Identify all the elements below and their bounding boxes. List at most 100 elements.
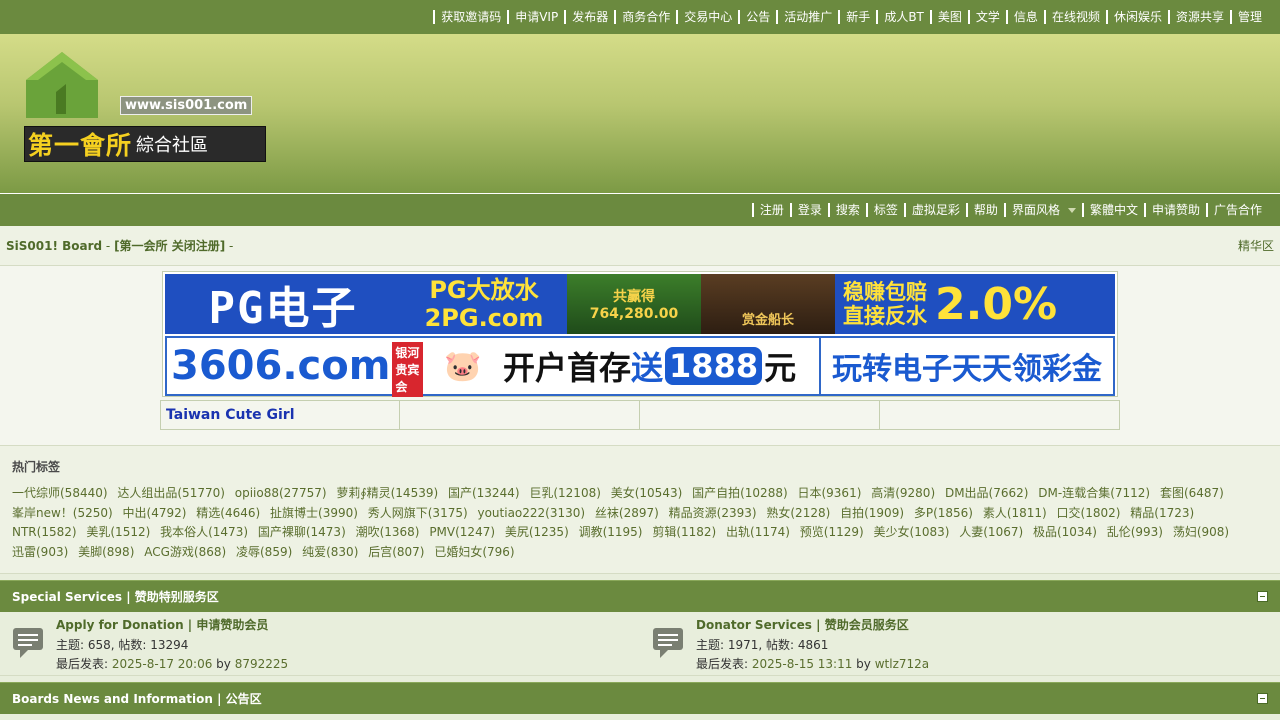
tag-link[interactable]: 中出(4792)	[123, 506, 187, 520]
tag-link[interactable]: 凌辱(859)	[236, 545, 292, 559]
tag-link[interactable]: 国产自拍(10288)	[692, 486, 788, 500]
topnav-video[interactable]: 在线视频	[1043, 10, 1106, 24]
tag-link[interactable]: 已婚妇女(796)	[434, 545, 514, 559]
nav-register[interactable]: 注册	[751, 203, 790, 217]
banner-ad-pg[interactable]: PG电子 PG大放水 2PG.com 共赢得 764,280.00 赏金船长 稳…	[165, 274, 1115, 334]
tag-link[interactable]: 达人组出品(51770)	[117, 486, 225, 500]
last-post-user[interactable]: wtlz712a	[875, 657, 929, 671]
tag-link[interactable]: 高清(9280)	[871, 486, 935, 500]
tag-link[interactable]: 美脚(898)	[78, 545, 134, 559]
tag-link[interactable]: 丝袜(2897)	[595, 506, 659, 520]
nav-sports[interactable]: 虚拟足彩	[903, 203, 966, 217]
tag-link[interactable]: 美少女(1083)	[874, 525, 950, 539]
ad-pg-promo-b: 2PG.com	[424, 304, 544, 332]
nav-sponsor[interactable]: 申请赞助	[1143, 203, 1206, 217]
topnav-leisure[interactable]: 休闲娱乐	[1105, 10, 1168, 24]
tag-link[interactable]: 精品资源(2393)	[669, 506, 757, 520]
tag-link[interactable]: 峯岸new！(5250)	[12, 506, 113, 520]
text-ad-link[interactable]: Taiwan Cute Girl	[166, 407, 295, 423]
collapse-icon[interactable]	[1257, 693, 1268, 704]
breadcrumb-board[interactable]: SiS001! Board	[6, 239, 102, 253]
digest-link[interactable]: 精华区	[1238, 237, 1274, 254]
topnav-invite[interactable]: 获取邀请码	[433, 10, 507, 24]
nav-traditional[interactable]: 繁體中文	[1081, 203, 1144, 217]
tag-link[interactable]: 国产(13244)	[448, 486, 520, 500]
tag-link[interactable]: 美乳(1512)	[86, 525, 150, 539]
tag-link[interactable]: 巨乳(12108)	[529, 486, 601, 500]
tag-link[interactable]: 调教(1195)	[579, 525, 643, 539]
topnav-bt[interactable]: 成人BT	[876, 10, 930, 24]
nav-ads[interactable]: 广告合作	[1205, 203, 1268, 217]
forum-title-sep: |	[811, 618, 825, 632]
topnav-notice[interactable]: 公告	[738, 10, 776, 24]
tag-link[interactable]: 精品(1723)	[1130, 506, 1194, 520]
tag-link[interactable]: 熟女(2128)	[766, 506, 830, 520]
tag-link[interactable]: 国产裸聊(1473)	[258, 525, 346, 539]
topnav-publisher[interactable]: 发布器	[564, 10, 614, 24]
tag-link[interactable]: PMV(1247)	[429, 525, 495, 539]
category-header[interactable]: Special Services | 赞助特别服务区	[0, 580, 1280, 612]
last-post-date[interactable]: 2025-8-17 20:06	[112, 657, 213, 671]
tag-link[interactable]: 美尻(1235)	[505, 525, 569, 539]
nav-help[interactable]: 帮助	[965, 203, 1004, 217]
tag-link[interactable]: 自拍(1909)	[840, 506, 904, 520]
forum-name-link[interactable]: Apply for Donation	[56, 618, 184, 632]
tag-link[interactable]: NTR(1582)	[12, 525, 77, 539]
last-post-date[interactable]: 2025-8-15 13:11	[752, 657, 853, 671]
nav-search[interactable]: 搜索	[827, 203, 866, 217]
tag-link[interactable]: 出轨(1174)	[726, 525, 790, 539]
nav-tags[interactable]: 标签	[865, 203, 904, 217]
tag-link[interactable]: 极品(1034)	[1033, 525, 1097, 539]
tag-link[interactable]: 一代综师(58440)	[12, 486, 108, 500]
topnav-admin[interactable]: 管理	[1229, 10, 1268, 24]
topnav-vip[interactable]: 申请VIP	[507, 10, 564, 24]
tag-link[interactable]: 秀人网旗下(3175)	[368, 506, 468, 520]
tag-link[interactable]: 萝莉∮精灵(14539)	[336, 486, 438, 500]
ad-offer-a: 开户首存	[503, 349, 632, 387]
tag-link[interactable]: 后宫(807)	[368, 545, 424, 559]
tag-link[interactable]: 扯旗博士(3990)	[270, 506, 358, 520]
tag-link[interactable]: 精选(4646)	[196, 506, 260, 520]
site-logo[interactable]: www.sis001.com 第一會所 綜合社區	[24, 52, 269, 164]
collapse-icon[interactable]	[1257, 591, 1268, 602]
tag-link[interactable]: youtiao222(3130)	[477, 506, 585, 520]
category-special: Special Services | 赞助特别服务区 Apply for Don…	[0, 580, 1280, 676]
tag-link[interactable]: 乱伦(993)	[1107, 525, 1163, 539]
topnav-promo[interactable]: 活动推广	[776, 10, 838, 24]
nav-login[interactable]: 登录	[789, 203, 828, 217]
topnav-newbie[interactable]: 新手	[838, 10, 876, 24]
banner-ad-3606[interactable]: 3606.com 银河贵宾会 🐷 开户首存送 1888 元 玩转电子天天领彩金	[165, 336, 1115, 397]
tag-link[interactable]: 素人(1811)	[983, 506, 1047, 520]
forum-cn-link[interactable]: 赞助会员服务区	[825, 618, 909, 632]
forum-name-link[interactable]: Donator Services	[696, 618, 812, 632]
forum-cn-link[interactable]: 申请赞助会员	[196, 618, 268, 632]
tag-link[interactable]: 潮吹(1368)	[356, 525, 420, 539]
topnav-resources[interactable]: 资源共享	[1167, 10, 1230, 24]
chevron-down-icon	[1067, 208, 1076, 213]
tag-link[interactable]: 迅雷(903)	[12, 545, 68, 559]
tag-link[interactable]: 多P(1856)	[914, 506, 973, 520]
tag-link[interactable]: 纯爱(830)	[302, 545, 358, 559]
tag-link[interactable]: 我本俗人(1473)	[160, 525, 248, 539]
tag-link[interactable]: DM-连载合集(7112)	[1038, 486, 1150, 500]
tag-link[interactable]: opiio88(27757)	[235, 486, 327, 500]
tag-link[interactable]: 人妻(1067)	[959, 525, 1023, 539]
breadcrumb-sub[interactable]: [第一会所 关闭注册]	[114, 239, 225, 253]
tag-link[interactable]: 日本(9361)	[797, 486, 861, 500]
tag-link[interactable]: ACG游戏(868)	[144, 545, 226, 559]
nav-style[interactable]: 界面风格	[1003, 203, 1082, 217]
tag-link[interactable]: 剪辑(1182)	[652, 525, 716, 539]
category-header[interactable]: Boards News and Information | 公告区	[0, 682, 1280, 714]
topnav-business[interactable]: 商务合作	[614, 10, 676, 24]
topnav-literature[interactable]: 文学	[967, 10, 1006, 24]
topnav-trade[interactable]: 交易中心	[676, 10, 738, 24]
tag-link[interactable]: DM出品(7662)	[945, 486, 1029, 500]
topnav-info[interactable]: 信息	[1005, 10, 1044, 24]
tag-link[interactable]: 荡妇(908)	[1173, 525, 1229, 539]
last-post-user[interactable]: 8792225	[235, 657, 288, 671]
topnav-pics[interactable]: 美图	[929, 10, 968, 24]
tag-link[interactable]: 口交(1802)	[1057, 506, 1121, 520]
tag-link[interactable]: 美女(10543)	[611, 486, 683, 500]
tag-link[interactable]: 预览(1129)	[800, 525, 864, 539]
tag-link[interactable]: 套图(6487)	[1160, 486, 1224, 500]
